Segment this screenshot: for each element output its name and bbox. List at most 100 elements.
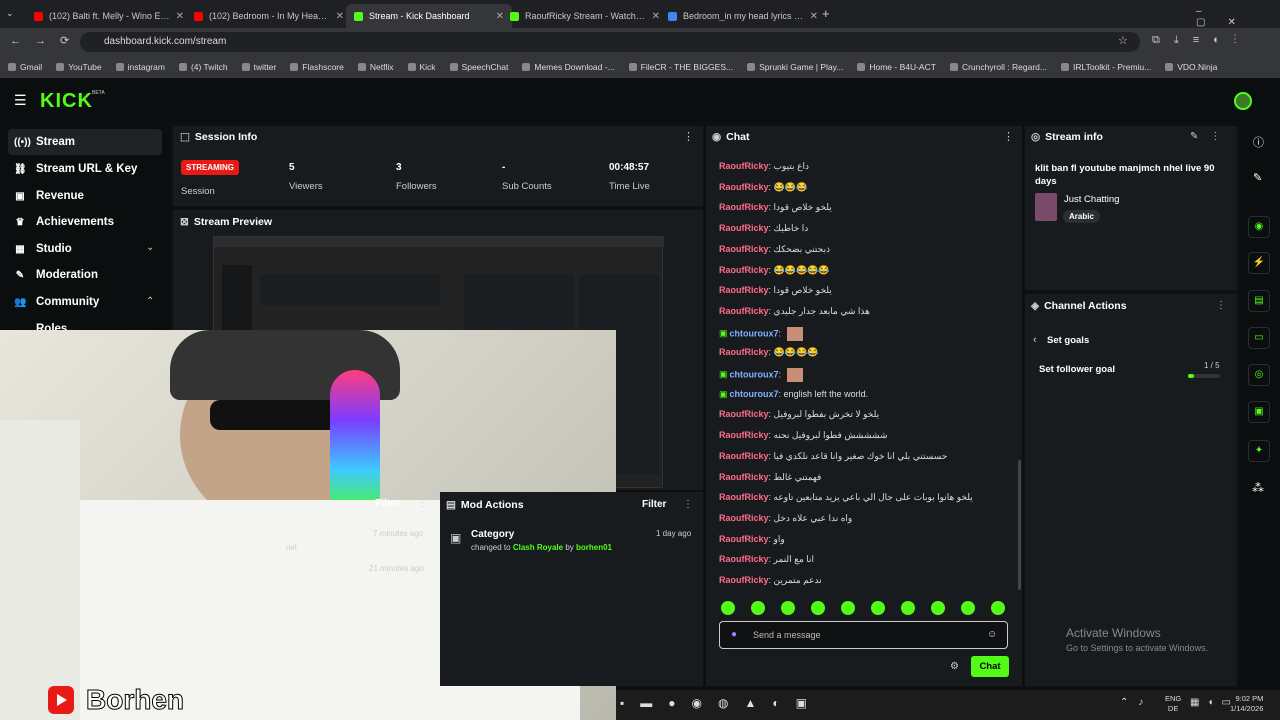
- quick-emote-icon[interactable]: [781, 601, 795, 615]
- bookmark-item[interactable]: instagram: [115, 62, 165, 72]
- chat-username[interactable]: RaoufRicky: [719, 472, 769, 482]
- bookmark-item[interactable]: Netflix: [357, 62, 394, 72]
- chat-settings-icon[interactable]: ⚙: [950, 661, 959, 672]
- chat-username[interactable]: RaoufRicky: [719, 513, 769, 523]
- edit-stream-info-icon[interactable]: ✎⋮: [1190, 131, 1232, 142]
- quick-emote-icon[interactable]: [721, 601, 735, 615]
- tab-close-icon[interactable]: ✕: [810, 11, 818, 22]
- quick-emote-icon[interactable]: [811, 601, 825, 615]
- bookmark-item[interactable]: SpeechChat: [449, 62, 508, 72]
- session-menu-icon[interactable]: ⋮: [683, 130, 694, 143]
- language-indicator[interactable]: ENG DE: [1165, 694, 1181, 714]
- kick-logo[interactable]: KICK: [40, 90, 93, 113]
- sidebar-item-revenue[interactable]: ▣ Revenue: [8, 183, 162, 209]
- browser-tab[interactable]: (102) Bedroom - In My Head (O ✕: [186, 4, 352, 28]
- mod-filter-button[interactable]: Filter: [642, 499, 666, 510]
- browser-tab[interactable]: Stream - Kick Dashboard ✕: [346, 4, 512, 28]
- sidebar-item-moderation[interactable]: ✎ Moderation: [8, 262, 162, 288]
- chat-username[interactable]: RaoufRicky: [719, 182, 769, 192]
- chat-username[interactable]: RaoufRicky: [719, 347, 769, 357]
- nav-buttons[interactable]: ←→⟳: [10, 34, 83, 47]
- chat-username[interactable]: RaoufRicky: [719, 554, 769, 564]
- bookmark-item[interactable]: YouTube: [56, 62, 102, 72]
- bookmark-item[interactable]: Kick: [407, 62, 436, 72]
- chevron-down-icon[interactable]: ⌄: [146, 242, 154, 253]
- quick-emote-icon[interactable]: [901, 601, 915, 615]
- sidebar-item-stream[interactable]: ((•)) Stream: [8, 129, 162, 155]
- set-follower-goal-button[interactable]: Set follower goal: [1039, 364, 1115, 375]
- bookmark-item[interactable]: FileCR - THE BIGGES...: [628, 62, 733, 72]
- back-arrow-icon[interactable]: ‹: [1033, 334, 1037, 346]
- bookmark-item[interactable]: IRLToolkit - Premiu...: [1060, 62, 1151, 72]
- tab-search-icon[interactable]: ⌄: [6, 8, 14, 19]
- quick-emote-icon[interactable]: [751, 601, 765, 615]
- chat-username[interactable]: RaoufRicky: [719, 409, 769, 419]
- bookmark-item[interactable]: Sprunki Game | Play...: [747, 62, 843, 72]
- bookmark-item[interactable]: (4) Twitch: [178, 62, 228, 72]
- user-avatar[interactable]: [1234, 92, 1252, 110]
- window-icon[interactable]: ▣: [1248, 401, 1270, 423]
- broadcast-icon[interactable]: ◎: [1248, 364, 1270, 386]
- chat-username[interactable]: RaoufRicky: [719, 161, 769, 171]
- chat-username[interactable]: chtouroux7: [730, 328, 779, 338]
- bookmark-item[interactable]: Gmail: [8, 62, 42, 72]
- bookmark-item[interactable]: Home - B4U-ACT: [857, 62, 936, 72]
- bookmark-item[interactable]: Flashscore: [290, 62, 344, 72]
- tab-close-icon[interactable]: ✕: [336, 11, 344, 22]
- chat-username[interactable]: RaoufRicky: [719, 430, 769, 440]
- window-controls[interactable]: –▢✕: [1196, 6, 1280, 28]
- chat-username[interactable]: chtouroux7: [730, 369, 779, 379]
- hamburger-menu-icon[interactable]: ☰: [14, 92, 27, 109]
- chat-username[interactable]: RaoufRicky: [719, 575, 769, 585]
- tab-close-icon[interactable]: ✕: [176, 11, 184, 22]
- bookmark-item[interactable]: Crunchyroll : Regard...: [949, 62, 1047, 72]
- chat-username[interactable]: RaoufRicky: [719, 534, 769, 544]
- clock[interactable]: 9:02 PM 1/14/2026: [1230, 694, 1263, 714]
- sidebar-item-stream-url-key[interactable]: ⛓ Stream URL & Key: [8, 156, 162, 182]
- browser-tab[interactable]: RaoufRicky Stream - Watch Live ✕: [502, 4, 668, 28]
- pencil-icon[interactable]: ✎: [1253, 171, 1262, 184]
- new-tab-button[interactable]: +: [822, 6, 830, 21]
- wrench-icon[interactable]: ✦: [1248, 440, 1270, 462]
- quick-emote-icon[interactable]: [991, 601, 1005, 615]
- chat-username[interactable]: chtouroux7: [730, 389, 779, 399]
- quick-emote-icon[interactable]: [871, 601, 885, 615]
- lightning-icon[interactable]: ⚡: [1248, 252, 1270, 274]
- browser-tab[interactable]: (102) Balti ft. Melly - Wino El H ✕: [26, 4, 192, 28]
- channel-actions-menu-icon[interactable]: ⋮: [1216, 300, 1226, 311]
- chat-username[interactable]: RaoufRicky: [719, 306, 769, 316]
- chat-bubble-icon[interactable]: ▭: [1248, 327, 1270, 349]
- send-chat-button[interactable]: Chat: [971, 656, 1009, 677]
- quick-emote-icon[interactable]: [841, 601, 855, 615]
- chevron-up-icon[interactable]: ⌃: [146, 296, 154, 307]
- quick-emote-icon[interactable]: [961, 601, 975, 615]
- chat-username[interactable]: RaoufRicky: [719, 265, 769, 275]
- sidebar-item-achievements[interactable]: ♛ Achievements: [8, 209, 162, 235]
- bookmark-item[interactable]: twitter: [241, 62, 276, 72]
- sidebar-item-studio[interactable]: ▦ Studio: [8, 236, 162, 262]
- activity-filter-button[interactable]: Filter: [375, 498, 399, 509]
- info-icon[interactable]: ⓘ: [1253, 134, 1264, 150]
- quick-emote-icon[interactable]: [931, 601, 945, 615]
- camera-icon[interactable]: ◉: [1248, 216, 1270, 238]
- chat-username[interactable]: RaoufRicky: [719, 285, 769, 295]
- browser-tab[interactable]: Bedroom_in my head lyrics - G ✕: [660, 4, 826, 28]
- activity-menu-icon[interactable]: ⋮: [418, 498, 428, 509]
- address-bar[interactable]: dashboard.kick.com/stream: [80, 32, 1140, 52]
- chat-username[interactable]: RaoufRicky: [719, 244, 769, 254]
- system-tray-icons[interactable]: ⌃♪: [1120, 697, 1153, 708]
- tab-close-icon[interactable]: ✕: [652, 11, 660, 22]
- sidebar-item-community[interactable]: 👥 Community: [8, 289, 162, 315]
- chat-menu-icon[interactable]: ⋮: [1003, 130, 1014, 143]
- browser-action-icons[interactable]: ⧉⤓≡◐⋮: [1152, 34, 1251, 47]
- taskbar-app-icons[interactable]: ▪▬●◉◍▲◐▣: [620, 696, 823, 710]
- bookmark-star-icon[interactable]: ☆: [1118, 34, 1128, 47]
- share-icon[interactable]: ⁂: [1252, 481, 1264, 495]
- chat-scrollbar[interactable]: [1018, 460, 1021, 590]
- bookmark-item[interactable]: VDO.Ninja: [1165, 62, 1217, 72]
- clipboard-icon[interactable]: ▤: [1248, 290, 1270, 312]
- chat-username[interactable]: RaoufRicky: [719, 202, 769, 212]
- mic-icon[interactable]: ●: [731, 629, 737, 640]
- mod-menu-icon[interactable]: ⋮: [683, 499, 693, 510]
- bookmark-item[interactable]: Memes Download -...: [522, 62, 615, 72]
